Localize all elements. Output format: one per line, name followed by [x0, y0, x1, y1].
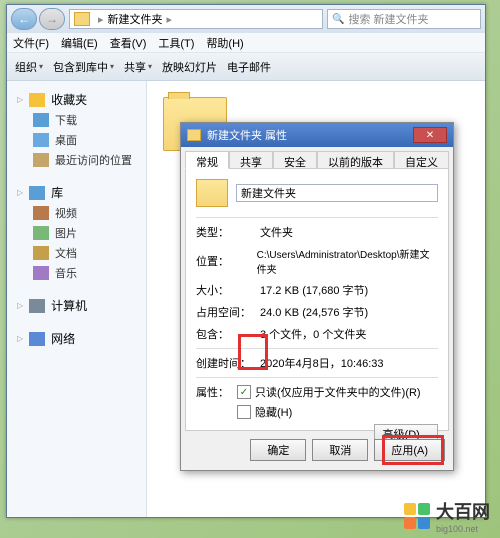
watermark-url: big100.net	[436, 524, 490, 534]
readonly-checkbox[interactable]: ✓	[237, 385, 251, 399]
titlebar: ← → ▸ 新建文件夹 ▸ 搜索 新建文件夹	[7, 5, 485, 33]
nav-back-button[interactable]: ←	[11, 8, 37, 30]
label-location: 位置：	[196, 253, 249, 269]
tool-organize[interactable]: 组织▾	[15, 59, 43, 75]
address-bar[interactable]: ▸ 新建文件夹 ▸	[69, 9, 323, 29]
sidebar-item-desktop[interactable]: 桌面	[7, 130, 146, 150]
apply-button[interactable]: 应用(A)	[374, 439, 445, 461]
label-attributes: 属性：	[196, 384, 229, 400]
folder-icon	[74, 12, 90, 26]
toolbar: 组织▾ 包含到库中▾ 共享▾ 放映幻灯片 电子邮件	[7, 53, 485, 81]
tab-strip: 常规 共享 安全 以前的版本 自定义	[181, 147, 453, 169]
tool-include[interactable]: 包含到库中▾	[53, 59, 114, 75]
sidebar-favorites[interactable]: 收藏夹	[7, 89, 146, 110]
label-type: 类型：	[196, 224, 252, 240]
close-icon[interactable]: ✕	[413, 127, 447, 143]
tab-security[interactable]: 安全	[273, 151, 317, 169]
sidebar-computer[interactable]: 计算机	[7, 295, 146, 316]
folder-name-input[interactable]	[236, 184, 438, 202]
sidebar-item-documents[interactable]: 文档	[7, 243, 146, 263]
sidebar-item-recent[interactable]: 最近访问的位置	[7, 150, 146, 170]
label-contains: 包含：	[196, 326, 252, 342]
sidebar-item-downloads[interactable]: 下载	[7, 110, 146, 130]
menu-help[interactable]: 帮助(H)	[206, 35, 243, 51]
tab-previous[interactable]: 以前的版本	[317, 151, 394, 169]
tab-customize[interactable]: 自定义	[394, 151, 449, 169]
readonly-label: 只读(仅应用于文件夹中的文件)(R)	[255, 384, 421, 400]
tool-email[interactable]: 电子邮件	[227, 59, 271, 75]
search-input[interactable]: 搜索 新建文件夹	[327, 9, 481, 29]
menu-view[interactable]: 查看(V)	[110, 35, 147, 51]
menubar: 文件(F) 编辑(E) 查看(V) 工具(T) 帮助(H)	[7, 33, 485, 53]
folder-icon	[196, 179, 228, 207]
value-created: 2020年4月8日，10:46:33	[260, 355, 384, 371]
menu-tools[interactable]: 工具(T)	[158, 35, 194, 51]
value-type: 文件夹	[260, 224, 293, 240]
hidden-checkbox[interactable]	[237, 405, 251, 419]
value-size: 17.2 KB (17,680 字节)	[260, 282, 368, 298]
sidebar-item-pictures[interactable]: 图片	[7, 223, 146, 243]
ok-button[interactable]: 确定	[250, 439, 306, 461]
value-contains: 3 个文件，0 个文件夹	[260, 326, 366, 342]
tab-general-panel: 类型： 文件夹 位置： C:\Users\Administrator\Desktop…	[185, 169, 449, 431]
watermark-name: 大百网	[436, 498, 490, 524]
value-sizeondisk: 24.0 KB (24,576 字节)	[260, 304, 368, 320]
label-created: 创建时间：	[196, 355, 252, 371]
folder-icon	[187, 129, 201, 141]
watermark-logo-icon	[404, 503, 430, 529]
nav-forward-button[interactable]: →	[39, 8, 65, 30]
watermark: 大百网 big100.net	[404, 498, 490, 534]
sidebar-item-videos[interactable]: 视频	[7, 203, 146, 223]
hidden-label: 隐藏(H)	[255, 404, 292, 420]
menu-edit[interactable]: 编辑(E)	[61, 35, 98, 51]
sidebar: 收藏夹 下载 桌面 最近访问的位置 库 视频 图片 文档 音乐 计算机 网络	[7, 81, 147, 517]
tab-general[interactable]: 常规	[185, 151, 229, 169]
cancel-button[interactable]: 取消	[312, 439, 368, 461]
menu-file[interactable]: 文件(F)	[13, 35, 49, 51]
properties-dialog: 新建文件夹 属性 ✕ 常规 共享 安全 以前的版本 自定义 类型： 文件夹 位置：…	[180, 122, 454, 471]
tool-share[interactable]: 共享▾	[124, 59, 152, 75]
tool-slideshow[interactable]: 放映幻灯片	[162, 59, 217, 75]
dialog-title: 新建文件夹 属性	[207, 127, 287, 143]
tab-sharing[interactable]: 共享	[229, 151, 273, 169]
sidebar-libraries[interactable]: 库	[7, 182, 146, 203]
label-size: 大小：	[196, 282, 252, 298]
label-sizeondisk: 占用空间：	[196, 304, 252, 320]
breadcrumb-folder[interactable]: 新建文件夹	[108, 11, 163, 27]
dialog-titlebar[interactable]: 新建文件夹 属性 ✕	[181, 123, 453, 147]
value-location: C:\Users\Administrator\Desktop\新建文件夹	[257, 246, 438, 276]
sidebar-network[interactable]: 网络	[7, 328, 146, 349]
sidebar-item-music[interactable]: 音乐	[7, 263, 146, 283]
